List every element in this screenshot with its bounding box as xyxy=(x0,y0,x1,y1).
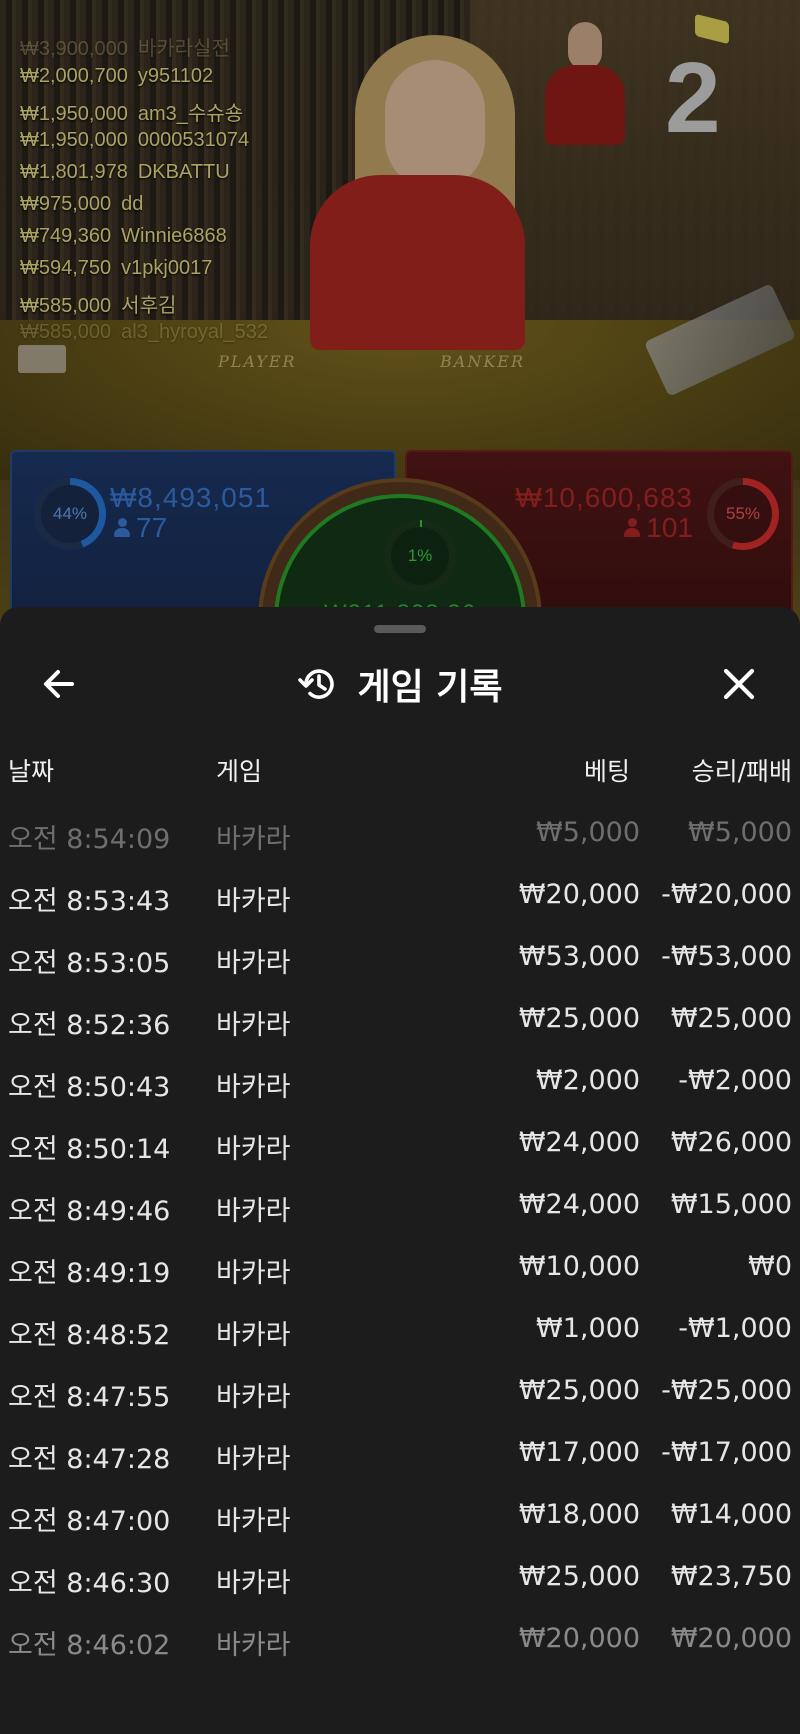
cell-date: 오전 8:49:46 xyxy=(8,1196,171,1227)
cell-bet: ₩24,000 xyxy=(518,1189,640,1220)
cell-date: 오전 8:52:36 xyxy=(8,1010,171,1041)
cell-result: -₩1,000 xyxy=(678,1313,792,1344)
cell-bet: ₩1,000 xyxy=(536,1313,640,1344)
cell-game: 바카라 xyxy=(216,1568,291,1599)
table-row[interactable]: 오전 8:46:02 바카라 ₩20,000 ₩20,000 xyxy=(0,1613,800,1675)
cell-game: 바카라 xyxy=(216,1506,291,1537)
cell-game: 바카라 xyxy=(216,948,291,979)
table-row[interactable]: 오전 8:53:43 바카라 ₩20,000 -₩20,000 xyxy=(0,869,800,931)
close-button[interactable] xyxy=(714,659,764,709)
cell-date: 오전 8:50:43 xyxy=(8,1072,171,1103)
cell-bet: ₩10,000 xyxy=(518,1251,640,1282)
cell-game: 바카라 xyxy=(216,1072,291,1103)
history-table-header: 날짜 게임 베팅 승리/패배 xyxy=(0,752,800,792)
cell-game: 바카라 xyxy=(216,1630,291,1661)
table-row[interactable]: 오전 8:53:05 바카라 ₩53,000 -₩53,000 xyxy=(0,931,800,993)
cell-result: -₩17,000 xyxy=(661,1437,792,1468)
table-row[interactable]: 오전 8:50:14 바카라 ₩24,000 ₩26,000 xyxy=(0,1117,800,1179)
cell-game: 바카라 xyxy=(216,1320,291,1351)
table-row[interactable]: 오전 8:49:46 바카라 ₩24,000 ₩15,000 xyxy=(0,1179,800,1241)
cell-bet: ₩53,000 xyxy=(518,941,640,972)
cell-result: ₩25,000 xyxy=(670,1003,792,1034)
column-date: 날짜 xyxy=(8,757,55,786)
cell-bet: ₩2,000 xyxy=(536,1065,640,1096)
history-icon xyxy=(298,669,335,699)
table-row[interactable]: 오전 8:47:00 바카라 ₩18,000 ₩14,000 xyxy=(0,1489,800,1551)
cell-result: ₩15,000 xyxy=(670,1189,792,1220)
cell-bet: ₩25,000 xyxy=(518,1375,640,1406)
cell-game: 바카라 xyxy=(216,824,291,855)
cell-date: 오전 8:46:02 xyxy=(8,1630,171,1661)
cell-game: 바카라 xyxy=(216,1010,291,1041)
cell-bet: ₩25,000 xyxy=(518,1003,640,1034)
cell-result: -₩20,000 xyxy=(661,879,792,910)
cell-result: ₩20,000 xyxy=(670,1623,792,1654)
column-result: 승리/패배 xyxy=(691,757,792,786)
live-video-stage: PLAYER BANKER 2 ₩3,900,000 바카라실전 ₩2,000,7… xyxy=(0,0,800,640)
cell-result: ₩14,000 xyxy=(670,1499,792,1530)
sheet-drag-handle[interactable] xyxy=(374,625,426,633)
sheet-title-group: 게임 기록 xyxy=(0,649,800,719)
cell-date: 오전 8:46:30 xyxy=(8,1568,171,1599)
cell-result: ₩5,000 xyxy=(688,817,792,848)
close-icon xyxy=(723,668,755,700)
cell-date: 오전 8:50:14 xyxy=(8,1134,171,1165)
cell-result: -₩25,000 xyxy=(661,1375,792,1406)
cell-date: 오전 8:53:43 xyxy=(8,886,171,917)
table-row[interactable]: 오전 8:47:55 바카라 ₩25,000 -₩25,000 xyxy=(0,1365,800,1427)
cell-result: ₩0 xyxy=(748,1251,792,1282)
cell-date: 오전 8:47:28 xyxy=(8,1444,171,1475)
cell-bet: ₩20,000 xyxy=(518,1623,640,1654)
cell-date: 오전 8:47:55 xyxy=(8,1382,171,1413)
cell-result: ₩26,000 xyxy=(670,1127,792,1158)
table-row[interactable]: 오전 8:49:19 바카라 ₩10,000 ₩0 xyxy=(0,1241,800,1303)
column-game: 게임 xyxy=(216,757,263,786)
cell-game: 바카라 xyxy=(216,1134,291,1165)
sheet-title: 게임 기록 xyxy=(357,667,503,708)
table-row[interactable]: 오전 8:47:28 바카라 ₩17,000 -₩17,000 xyxy=(0,1427,800,1489)
cell-game: 바카라 xyxy=(216,1196,291,1227)
sheet-header: 게임 기록 xyxy=(0,649,800,719)
column-bet: 베팅 xyxy=(583,757,630,786)
table-row[interactable]: 오전 8:52:36 바카라 ₩25,000 ₩25,000 xyxy=(0,993,800,1055)
cell-bet: ₩18,000 xyxy=(518,1499,640,1530)
cell-result: -₩2,000 xyxy=(678,1065,792,1096)
cell-result: ₩23,750 xyxy=(670,1561,792,1592)
cell-bet: ₩24,000 xyxy=(518,1127,640,1158)
modal-backdrop[interactable] xyxy=(0,0,800,640)
cell-bet: ₩17,000 xyxy=(518,1437,640,1468)
cell-bet: ₩20,000 xyxy=(518,879,640,910)
cell-date: 오전 8:49:19 xyxy=(8,1258,171,1289)
cell-date: 오전 8:53:05 xyxy=(8,948,171,979)
table-row[interactable]: 오전 8:54:09 바카라 ₩5,000 ₩5,000 xyxy=(0,807,800,869)
table-row[interactable]: 오전 8:46:30 바카라 ₩25,000 ₩23,750 xyxy=(0,1551,800,1613)
cell-result: -₩53,000 xyxy=(661,941,792,972)
cell-game: 바카라 xyxy=(216,1382,291,1413)
cell-bet: ₩5,000 xyxy=(536,817,640,848)
cell-game: 바카라 xyxy=(216,886,291,917)
game-history-sheet: 게임 기록 날짜 게임 베팅 승리/패배 오전 8:54:09 바카라 ₩5,0… xyxy=(0,607,800,1734)
scroll-fade xyxy=(0,1667,800,1734)
cell-game: 바카라 xyxy=(216,1444,291,1475)
cell-date: 오전 8:54:09 xyxy=(8,824,171,855)
cell-date: 오전 8:47:00 xyxy=(8,1506,171,1537)
table-row[interactable]: 오전 8:50:43 바카라 ₩2,000 -₩2,000 xyxy=(0,1055,800,1117)
cell-bet: ₩25,000 xyxy=(518,1561,640,1592)
cell-game: 바카라 xyxy=(216,1258,291,1289)
cell-date: 오전 8:48:52 xyxy=(8,1320,171,1351)
table-row[interactable]: 오전 8:48:52 바카라 ₩1,000 -₩1,000 xyxy=(0,1303,800,1365)
